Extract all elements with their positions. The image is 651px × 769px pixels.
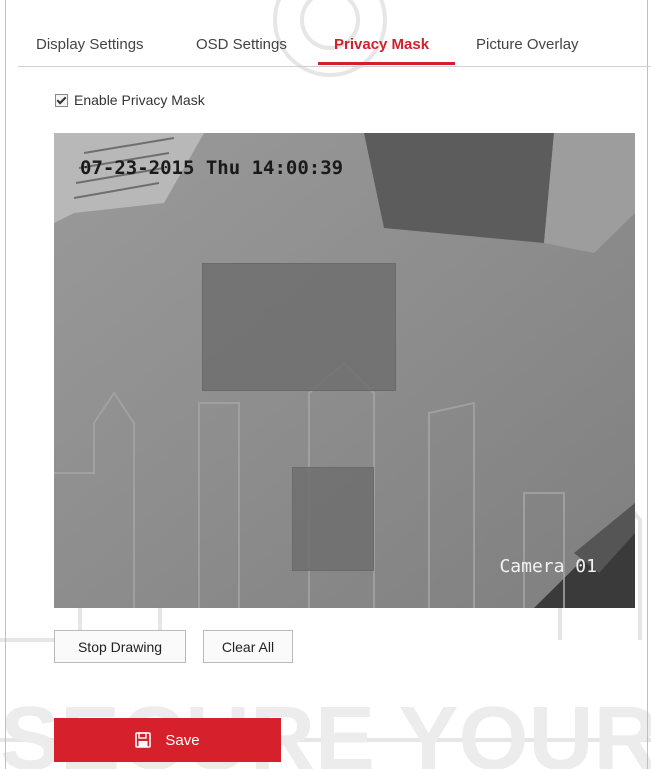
video-preview[interactable]: 07-23-2015 Thu 14:00:39 Camera 01 [54,133,635,608]
tab-privacy-mask[interactable]: Privacy Mask [334,36,429,53]
enable-privacy-mask-row: Enable Privacy Mask [55,92,205,108]
tab-display-settings[interactable]: Display Settings [36,36,144,53]
tab-osd-settings[interactable]: OSD Settings [196,36,287,53]
active-tab-indicator [318,62,455,65]
privacy-mask-area-2[interactable] [292,467,374,571]
enable-privacy-mask-label: Enable Privacy Mask [74,92,205,108]
privacy-mask-area-1[interactable] [202,263,396,391]
clear-all-button[interactable]: Clear All [203,630,293,663]
enable-privacy-mask-checkbox[interactable] [55,93,68,107]
tab-bar: Display Settings OSD Settings Privacy Ma… [18,26,651,67]
save-label: Save [165,731,200,749]
tab-picture-overlay[interactable]: Picture Overlay [476,36,579,53]
osd-datetime: 07-23-2015 Thu 14:00:39 [80,157,344,179]
stop-drawing-button[interactable]: Stop Drawing [54,630,186,663]
save-button[interactable]: Save [54,718,281,762]
osd-camera-name: Camera 01 [499,556,597,577]
floppy-disk-icon [135,732,152,748]
